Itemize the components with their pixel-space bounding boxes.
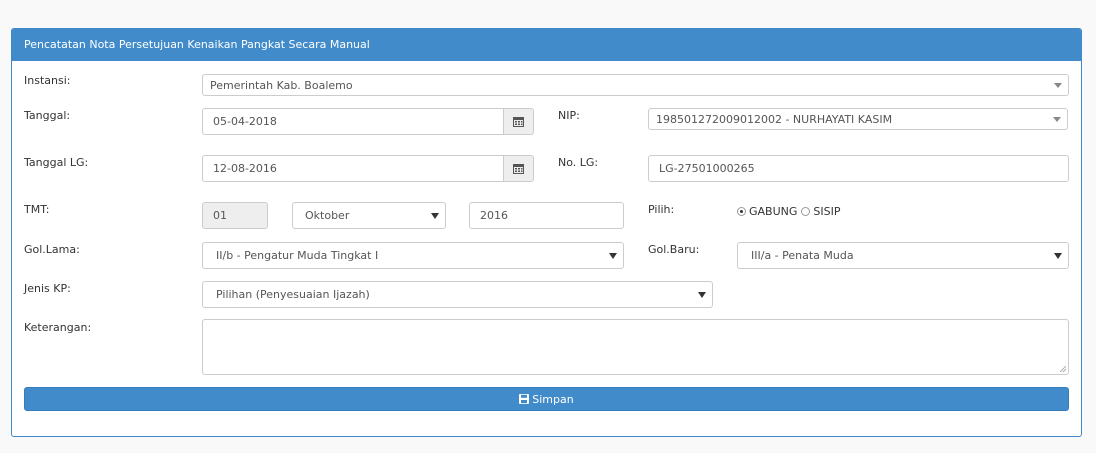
- floppy-disk-icon: [519, 394, 530, 404]
- instansi-value: Pemerintah Kab. Boalemo: [210, 78, 353, 92]
- instansi-select[interactable]: Pemerintah Kab. Boalemo: [202, 74, 1069, 96]
- chevron-down-icon: [431, 212, 439, 219]
- tmt-month-value: Oktober: [305, 209, 350, 222]
- sisip-radio[interactable]: [801, 207, 811, 216]
- gabung-label: GABUNG: [749, 205, 798, 218]
- tanggal-lg-value: 12-08-2016: [213, 162, 277, 175]
- no-lg-input[interactable]: LG-27501000265: [648, 155, 1069, 182]
- panel-title: Pencatatan Nota Persetujuan Kenaikan Pan…: [12, 29, 1081, 61]
- keterangan-label: Keterangan:: [24, 321, 92, 334]
- gol-baru-select[interactable]: III/a - Penata Muda: [737, 242, 1069, 269]
- tmt-day-value: 01: [213, 209, 227, 222]
- tanggal-lg-input[interactable]: 12-08-2016: [202, 155, 504, 182]
- chevron-down-icon: [1054, 83, 1062, 88]
- no-lg-label: No. LG:: [558, 156, 599, 169]
- nip-value: 198501272009012002 - NURHAYATI KASIM: [656, 112, 893, 126]
- simpan-label: Simpan: [532, 392, 574, 406]
- keterangan-textarea[interactable]: [202, 319, 1069, 375]
- chevron-down-icon: [1053, 117, 1061, 122]
- tanggal-value: 05-04-2018: [213, 115, 277, 128]
- tmt-day-input: 01: [202, 202, 268, 229]
- pilih-label: Pilih:: [648, 203, 675, 216]
- tanggal-label: Tanggal:: [24, 109, 71, 122]
- gol-baru-value: III/a - Penata Muda: [751, 249, 854, 262]
- gol-baru-label: Gol.Baru:: [648, 243, 700, 256]
- jenis-kp-select[interactable]: Pilihan (Penyesuaian Ijazah): [202, 281, 713, 308]
- calendar-icon: [513, 117, 524, 127]
- tanggal-calendar-button[interactable]: [503, 108, 534, 135]
- nip-label: NIP:: [558, 109, 580, 122]
- gol-lama-select[interactable]: II/b - Pengatur Muda Tingkat I: [202, 242, 624, 269]
- no-lg-value: LG-27501000265: [659, 162, 755, 175]
- jenis-kp-value: Pilihan (Penyesuaian Ijazah): [216, 288, 370, 301]
- chevron-down-icon: [609, 252, 617, 259]
- jenis-kp-label: Jenis KP:: [24, 282, 71, 295]
- chevron-down-icon: [1054, 252, 1062, 259]
- nip-select[interactable]: 198501272009012002 - NURHAYATI KASIM: [648, 108, 1068, 130]
- tmt-year-value: 2016: [480, 209, 508, 222]
- tanggal-lg-calendar-button[interactable]: [503, 155, 534, 182]
- tanggal-input[interactable]: 05-04-2018: [202, 108, 504, 135]
- simpan-button[interactable]: Simpan: [24, 387, 1069, 411]
- instansi-label: Instansi:: [24, 74, 71, 87]
- pilih-radio-group: GABUNG SISIP: [737, 205, 841, 218]
- form-panel: Pencatatan Nota Persetujuan Kenaikan Pan…: [11, 28, 1082, 437]
- sisip-label: SISIP: [813, 205, 841, 218]
- resize-handle-icon[interactable]: [1060, 366, 1066, 372]
- tmt-month-select[interactable]: Oktober: [292, 202, 446, 229]
- tmt-label: TMT:: [24, 203, 50, 216]
- gol-lama-value: II/b - Pengatur Muda Tingkat I: [216, 249, 379, 262]
- gol-lama-label: Gol.Lama:: [24, 243, 80, 256]
- gabung-radio[interactable]: [737, 207, 746, 216]
- calendar-icon: [513, 164, 524, 174]
- tmt-year-input[interactable]: 2016: [469, 202, 624, 229]
- chevron-down-icon: [698, 291, 706, 298]
- tanggal-lg-label: Tanggal LG:: [24, 156, 89, 169]
